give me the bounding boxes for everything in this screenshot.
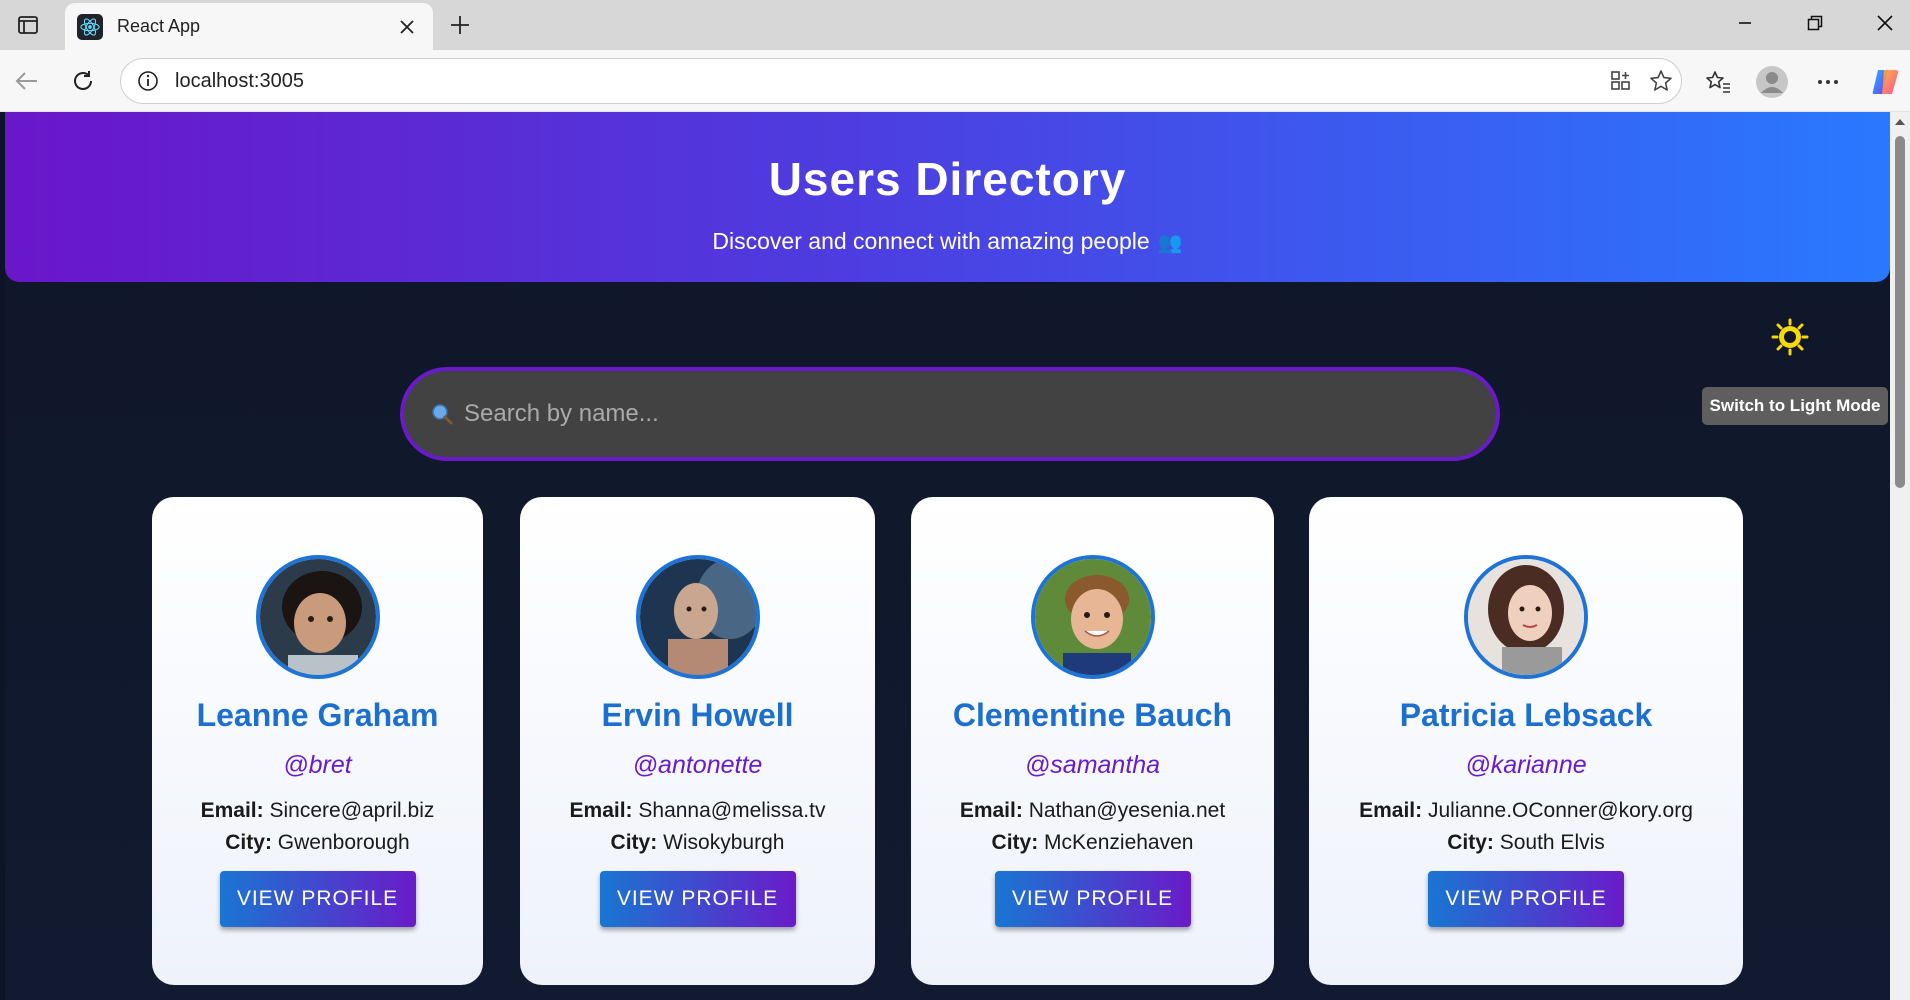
tab-actions-icon[interactable]	[10, 8, 46, 42]
browser-tab-bar: React App	[0, 0, 1910, 50]
scrollbar-thumb[interactable]	[1895, 136, 1905, 488]
page-scrollbar[interactable]	[1890, 112, 1910, 1000]
user-email: Email: Shanna@melissa.tv	[520, 799, 875, 823]
city-value: South Elvis	[1499, 831, 1605, 854]
view-profile-button[interactable]: VIEW PROFILE	[599, 871, 796, 927]
view-profile-button[interactable]: VIEW PROFILE	[219, 871, 416, 927]
reload-icon[interactable]	[64, 62, 102, 100]
user-username: @bret	[283, 751, 352, 779]
favorite-star-icon[interactable]	[1641, 59, 1681, 103]
close-window-icon[interactable]	[1855, 0, 1910, 46]
browser-toolbar: localhost:3005	[0, 50, 1910, 112]
email-label: Email:	[959, 799, 1023, 822]
theme-toggle-button[interactable]	[1765, 312, 1815, 362]
address-bar[interactable]: localhost:3005	[120, 58, 1682, 104]
email-label: Email:	[569, 799, 633, 822]
city-value: Wisokyburgh	[663, 831, 785, 854]
user-email: Email: Sincere@april.biz	[152, 799, 483, 823]
user-card: Patricia Lebsack @karianne Email: Julian…	[1309, 497, 1743, 985]
user-city: City: South Elvis	[1309, 831, 1743, 855]
user-city: City: Wisokyburgh	[520, 831, 875, 855]
profile-avatar-icon[interactable]	[1752, 62, 1792, 102]
city-value: McKenziehaven	[1044, 831, 1194, 854]
email-value: Sincere@april.biz	[269, 799, 435, 822]
url-text: localhost:3005	[175, 69, 304, 92]
email-value: Shanna@melissa.tv	[638, 799, 826, 822]
back-arrow-icon[interactable]	[8, 62, 46, 100]
user-card: Leanne Graham @bret Email: Sincere@april…	[152, 497, 483, 985]
copilot-icon[interactable]	[1866, 62, 1906, 102]
user-city: City: McKenziehaven	[911, 831, 1274, 855]
close-tab-icon[interactable]	[393, 13, 421, 41]
user-card: Ervin Howell @antonette Email: Shanna@me…	[520, 497, 875, 985]
user-name: Patricia Lebsack	[1399, 697, 1653, 733]
user-city: City: Gwenborough	[152, 831, 483, 855]
scroll-up-arrow-icon[interactable]	[1893, 116, 1907, 128]
email-value: Nathan@yesenia.net	[1028, 799, 1226, 822]
view-profile-button[interactable]: VIEW PROFILE	[994, 871, 1191, 927]
user-email: Email: Nathan@yesenia.net	[911, 799, 1274, 823]
more-options-icon[interactable]	[1808, 62, 1848, 102]
theme-tooltip: Switch to Light Mode	[1702, 387, 1888, 425]
search-icon	[430, 402, 454, 426]
page-viewport: Users Directory Discover and connect wit…	[5, 112, 1890, 1000]
user-card: Clementine Bauch @samantha Email: Nathan…	[911, 497, 1274, 985]
email-label: Email:	[200, 799, 264, 822]
city-value: Gwenborough	[277, 831, 410, 854]
people-emoji: 👥	[1157, 232, 1183, 254]
city-label: City:	[610, 831, 658, 854]
browser-tab-active[interactable]: React App	[65, 3, 433, 50]
restore-icon[interactable]	[1785, 0, 1845, 46]
subtitle-text: Discover and connect with amazing people	[712, 228, 1150, 254]
hero-header: Users Directory Discover and connect wit…	[5, 112, 1890, 282]
user-avatar	[1030, 555, 1155, 679]
email-value: Julianne.OConner@kory.org	[1427, 799, 1693, 822]
city-label: City:	[991, 831, 1039, 854]
user-avatar	[255, 555, 380, 679]
search-input[interactable]	[464, 400, 1496, 428]
user-username: @samantha	[1024, 751, 1161, 779]
react-logo-icon	[77, 13, 103, 40]
new-tab-icon[interactable]	[443, 8, 477, 42]
sun-icon	[1771, 318, 1809, 356]
user-username: @karianne	[1465, 751, 1587, 779]
view-profile-button[interactable]: VIEW PROFILE	[1428, 871, 1624, 927]
user-email: Email: Julianne.OConner@kory.org	[1309, 799, 1743, 823]
city-label: City:	[1447, 831, 1494, 854]
city-label: City:	[225, 831, 272, 854]
user-name: Ervin Howell	[601, 697, 794, 733]
page-subtitle: Discover and connect with amazing people…	[5, 228, 1890, 255]
minimize-icon[interactable]	[1715, 0, 1775, 46]
site-info-icon[interactable]	[135, 68, 161, 94]
search-bar	[400, 367, 1500, 461]
user-username: @antonette	[632, 751, 763, 779]
tab-title: React App	[117, 16, 201, 36]
page-title: Users Directory	[768, 153, 1127, 205]
app-available-icon[interactable]	[1601, 59, 1641, 103]
email-label: Email:	[1359, 799, 1423, 822]
favorites-icon[interactable]	[1698, 62, 1738, 102]
user-avatar	[1464, 555, 1588, 679]
user-avatar	[635, 555, 760, 679]
user-name: Leanne Graham	[196, 697, 439, 733]
user-name: Clementine Bauch	[952, 697, 1233, 733]
